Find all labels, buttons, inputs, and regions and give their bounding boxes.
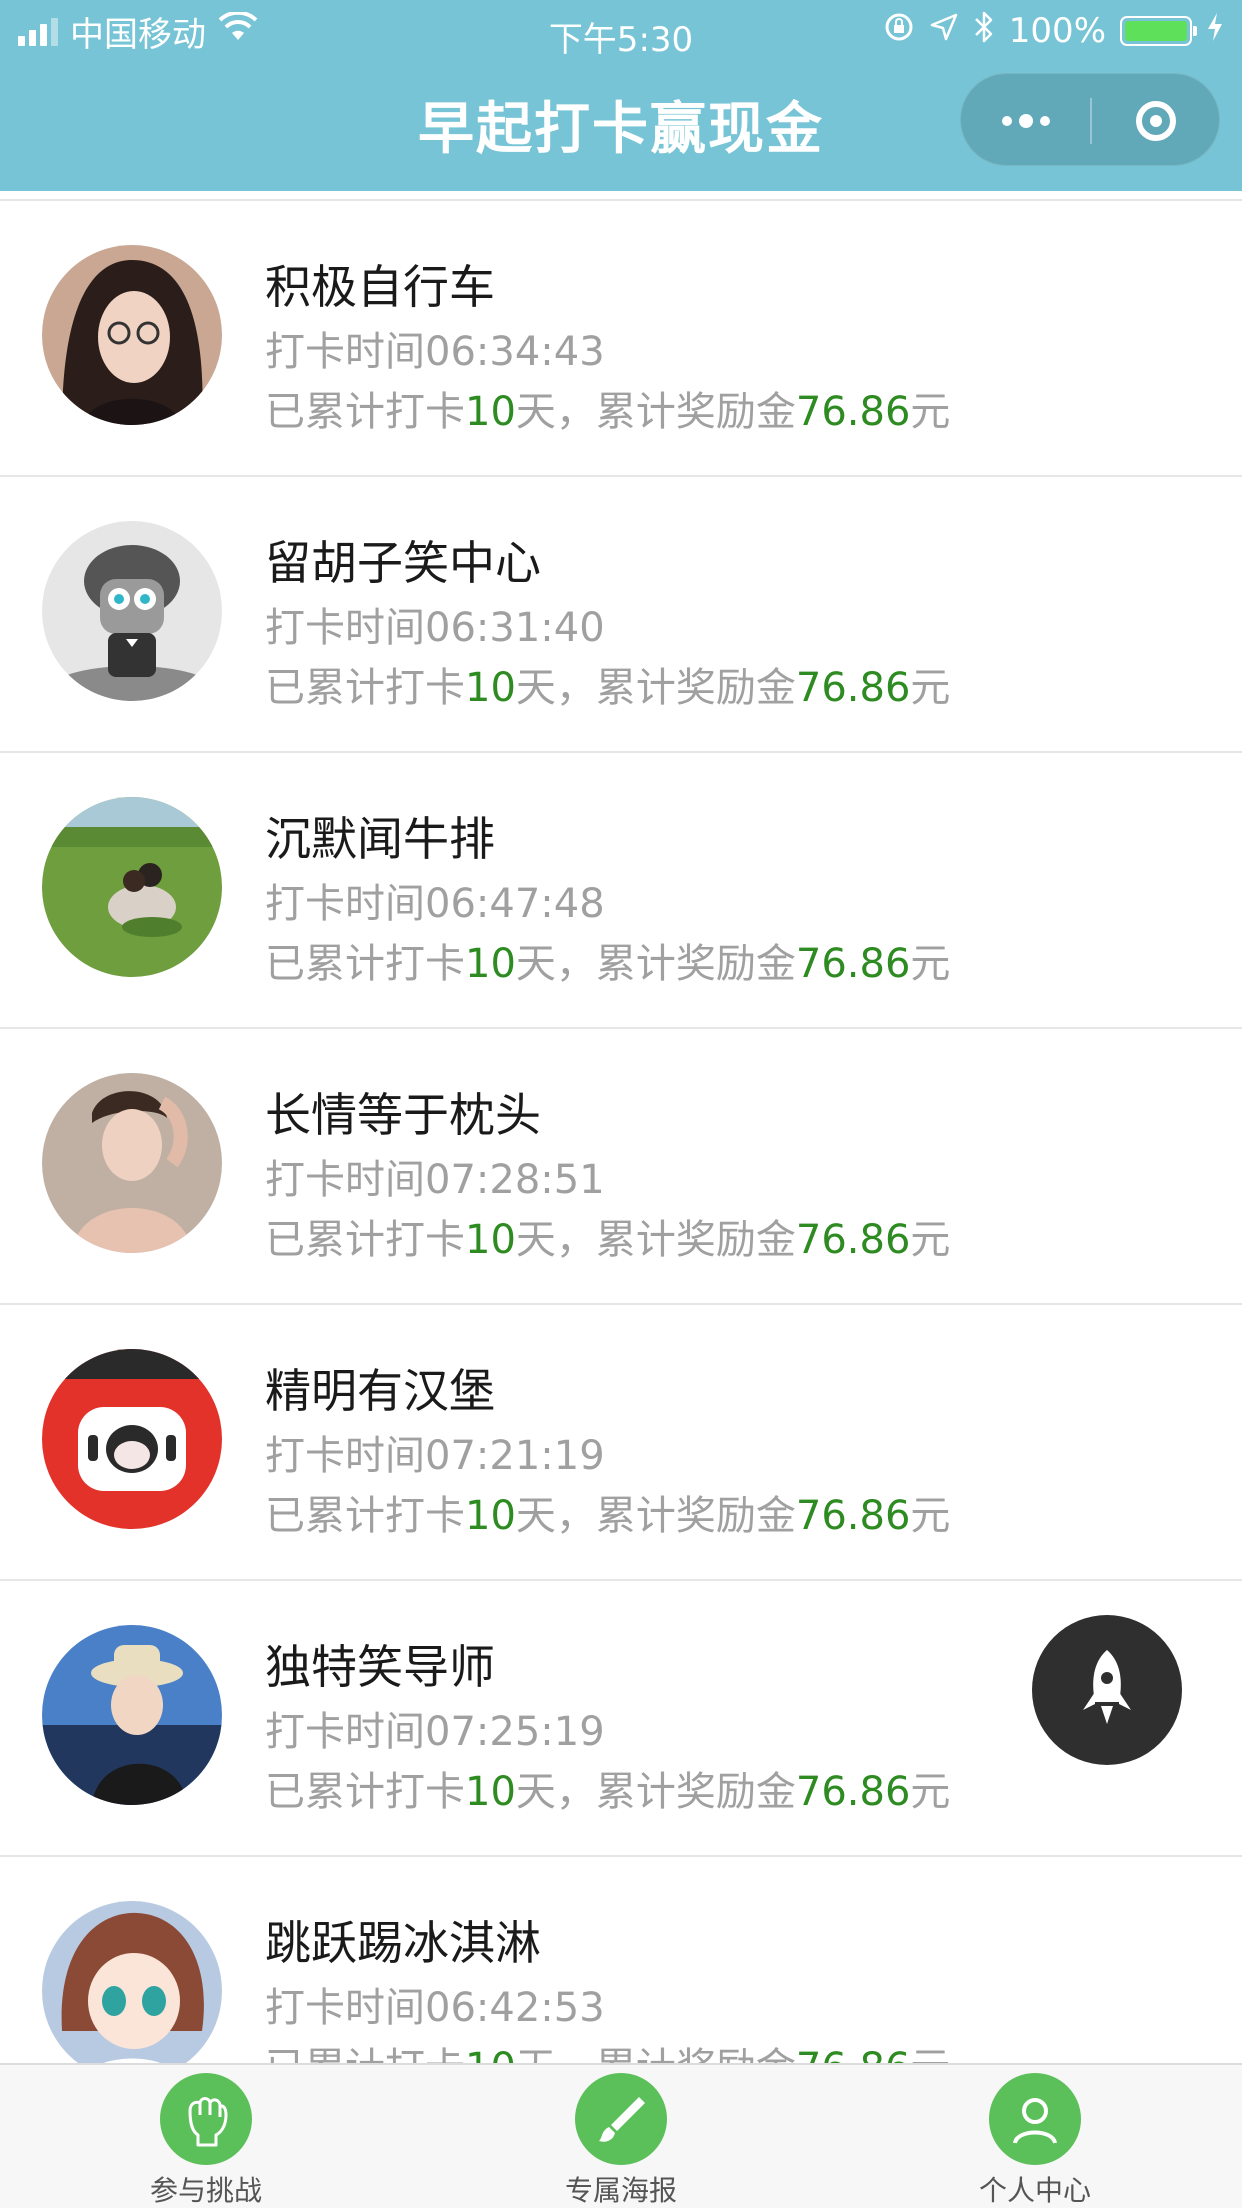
list-item[interactable]: 留胡子笑中心 打卡时间06:31:40 已累计打卡10天，累计奖励金76.86元 (0, 477, 1242, 753)
avatar (42, 521, 222, 701)
reward-summary: 已累计打卡10天，累计奖励金76.86元 (265, 1769, 951, 1815)
location-icon (929, 11, 959, 51)
tab-label: 个人中心 (978, 2174, 1091, 2207)
reward-summary: 已累计打卡10天，累计奖励金76.86元 (265, 1217, 951, 1263)
screen: 中国移动 下午5:30 100% 早起打卡赢现金 积极自行车 打卡时间06:34… (0, 0, 1242, 2208)
list-item[interactable]: 沉默闻牛排 打卡时间06:47:48 已累计打卡10天，累计奖励金76.86元 (0, 753, 1242, 1029)
list-item[interactable]: 积极自行车 打卡时间06:34:43 已累计打卡10天，累计奖励金76.86元 (0, 201, 1242, 477)
tab-challenge[interactable]: 参与挑战 (86, 2073, 326, 2208)
mini-program-capsule (960, 73, 1220, 166)
checkin-time: 打卡时间07:25:19 (265, 1709, 605, 1755)
tab-bar: 参与挑战 专属海报 个人中心 (0, 2063, 1242, 2208)
checkin-time: 打卡时间06:34:43 (265, 329, 605, 375)
tab-label: 专属海报 (564, 2174, 677, 2207)
user-name: 留胡子笑中心 (265, 536, 541, 590)
brush-icon (575, 2073, 667, 2165)
user-icon (989, 2073, 1081, 2165)
list-top-divider (0, 191, 1242, 201)
list-item[interactable]: 精明有汉堡 打卡时间07:21:19 已累计打卡10天，累计奖励金76.86元 (0, 1305, 1242, 1581)
avatar (42, 797, 222, 977)
battery-icon (1120, 16, 1197, 46)
more-button[interactable] (961, 74, 1091, 167)
fist-icon (160, 2073, 252, 2165)
avatar (42, 1349, 222, 1529)
reward-summary: 已累计打卡10天，累计奖励金76.86元 (265, 1493, 951, 1539)
rocket-icon (1077, 1648, 1137, 1732)
reward-summary: 已累计打卡10天，累计奖励金76.86元 (265, 665, 951, 711)
battery-percent: 100% (1008, 11, 1106, 51)
status-right: 100% (883, 10, 1224, 52)
back-to-top-button[interactable] (1032, 1615, 1182, 1765)
user-name: 沉默闻牛排 (265, 812, 495, 866)
bluetooth-icon (973, 10, 995, 53)
close-button[interactable] (1091, 74, 1221, 167)
avatar (42, 1901, 222, 2063)
list-item[interactable]: 长情等于枕头 打卡时间07:28:51 已累计打卡10天，累计奖励金76.86元 (0, 1029, 1242, 1305)
checkin-time: 打卡时间07:21:19 (265, 1433, 605, 1479)
avatar (42, 1073, 222, 1253)
user-name: 独特笑导师 (265, 1640, 495, 1694)
tab-label: 参与挑战 (149, 2174, 262, 2207)
checkin-list[interactable]: 积极自行车 打卡时间06:34:43 已累计打卡10天，累计奖励金76.86元 … (0, 191, 1242, 2063)
rotation-lock-icon (883, 11, 915, 52)
user-name: 跳跃踢冰淇淋 (265, 1916, 541, 1970)
avatar (42, 245, 222, 425)
checkin-time: 打卡时间07:28:51 (265, 1157, 605, 1203)
checkin-time: 打卡时间06:42:53 (265, 1985, 605, 2031)
user-name: 精明有汉堡 (265, 1364, 495, 1418)
reward-summary: 已累计打卡10天，累计奖励金76.86元 (265, 2035, 950, 2063)
more-dots-icon (1002, 113, 1050, 128)
user-name: 积极自行车 (265, 260, 495, 314)
tab-profile[interactable]: 个人中心 (915, 2073, 1155, 2208)
reward-summary: 已累计打卡10天，累计奖励金76.86元 (265, 389, 951, 435)
tab-poster[interactable]: 专属海报 (501, 2073, 741, 2208)
checkin-time: 打卡时间06:47:48 (265, 881, 605, 927)
reward-summary: 已累计打卡10天，累计奖励金76.86元 (265, 941, 951, 987)
user-name: 长情等于枕头 (265, 1088, 541, 1142)
avatar (42, 1625, 222, 1805)
top-bar: 中国移动 下午5:30 100% 早起打卡赢现金 (0, 0, 1242, 191)
target-close-icon (1136, 100, 1176, 141)
status-bar: 中国移动 下午5:30 100% (0, 0, 1242, 62)
list-item[interactable]: 跳跃踢冰淇淋 打卡时间06:42:53 已累计打卡10天，累计奖励金76.86元 (0, 1857, 1242, 2063)
checkin-time: 打卡时间06:31:40 (265, 605, 605, 651)
charging-icon (1206, 11, 1224, 52)
